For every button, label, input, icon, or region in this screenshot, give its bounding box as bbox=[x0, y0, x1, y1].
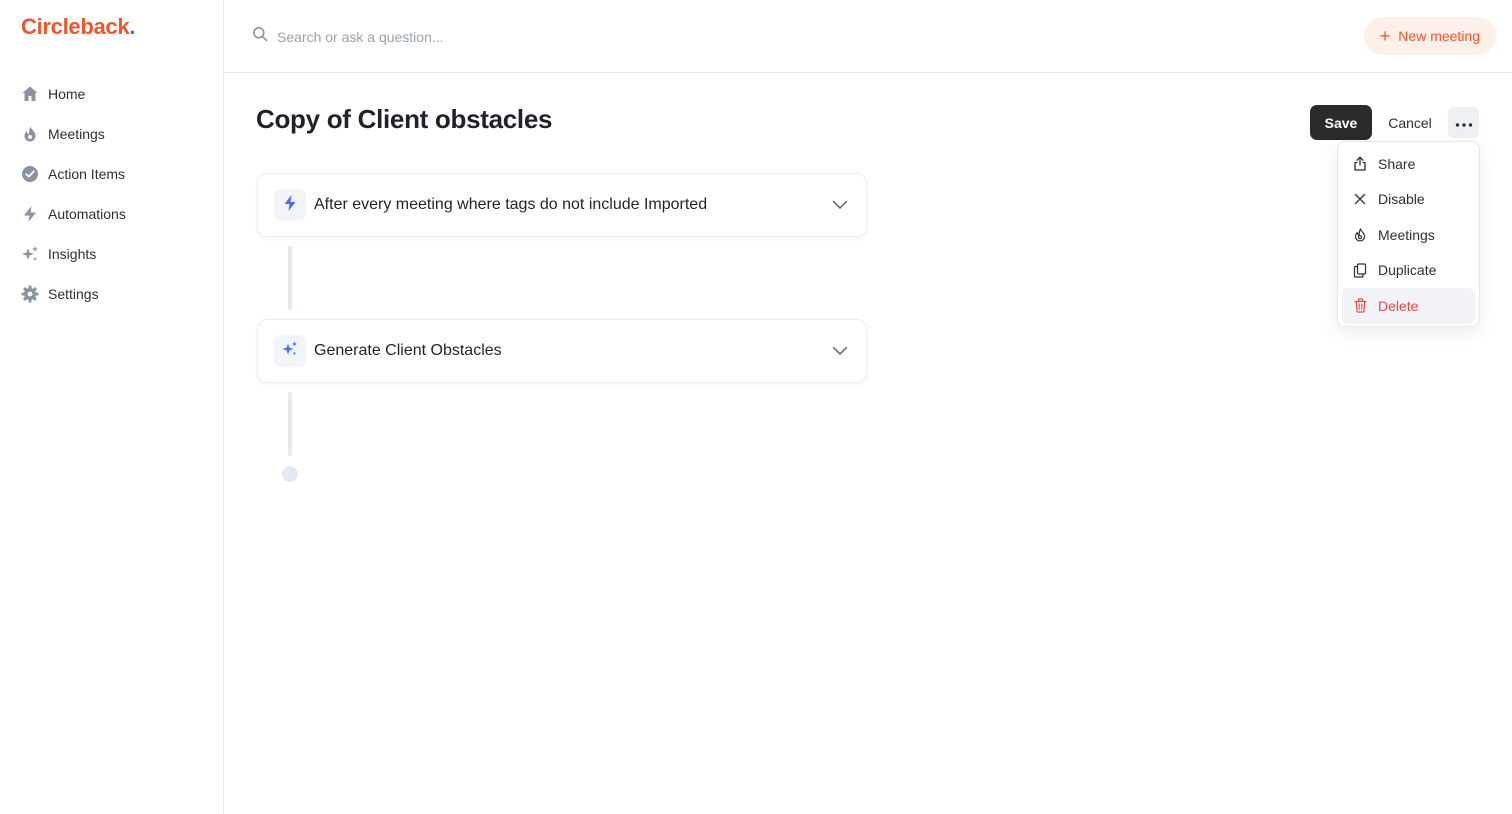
sidebar-item-action-items[interactable]: Action Items bbox=[0, 154, 223, 194]
menu-item-label: Meetings bbox=[1378, 226, 1435, 243]
logo[interactable]: Circleback. bbox=[21, 14, 135, 40]
close-icon bbox=[1352, 191, 1368, 207]
new-meeting-button[interactable]: + New meeting bbox=[1363, 17, 1496, 55]
menu-item-disable[interactable]: Disable bbox=[1342, 182, 1475, 218]
home-icon bbox=[21, 85, 39, 103]
sparkles-icon bbox=[21, 245, 39, 263]
sidebar-item-insights[interactable]: Insights bbox=[0, 234, 223, 274]
menu-item-label: Share bbox=[1378, 155, 1416, 172]
sidebar: Circleback. Home Meetings Action Items A… bbox=[0, 0, 224, 814]
logo-dot: . bbox=[129, 14, 136, 39]
chevron-down-icon[interactable] bbox=[830, 195, 850, 215]
step-card[interactable]: Generate Client Obstacles bbox=[257, 319, 867, 383]
app-root: Circleback. Home Meetings Action Items A… bbox=[0, 0, 1512, 814]
menu-item-label: Disable bbox=[1378, 191, 1425, 208]
bolt-icon bbox=[282, 194, 298, 217]
sidebar-item-label: Home bbox=[48, 86, 86, 102]
menu-item-duplicate[interactable]: Duplicate bbox=[1342, 253, 1475, 289]
flow-connector bbox=[288, 246, 292, 310]
flame-icon bbox=[1352, 227, 1368, 243]
trigger-badge bbox=[274, 189, 306, 221]
check-circle-icon bbox=[21, 165, 39, 183]
sidebar-item-label: Insights bbox=[48, 246, 97, 262]
search-icon bbox=[252, 26, 268, 47]
sidebar-item-label: Meetings bbox=[48, 126, 105, 142]
sidebar-item-label: Settings bbox=[48, 286, 99, 302]
share-icon bbox=[1352, 156, 1368, 172]
sidebar-item-settings[interactable]: Settings bbox=[0, 274, 223, 314]
copy-icon bbox=[1352, 262, 1368, 278]
sidebar-item-home[interactable]: Home bbox=[0, 74, 223, 114]
topbar: + New meeting bbox=[224, 0, 1512, 73]
menu-item-delete[interactable]: Delete bbox=[1342, 288, 1475, 324]
logo-text: Circleback bbox=[21, 14, 130, 39]
bolt-icon bbox=[21, 205, 39, 223]
add-step-dot[interactable] bbox=[282, 466, 298, 482]
new-meeting-label: New meeting bbox=[1398, 28, 1480, 44]
gear-icon bbox=[21, 285, 39, 303]
flame-icon bbox=[21, 125, 39, 143]
save-button[interactable]: Save bbox=[1310, 105, 1372, 140]
menu-item-label: Duplicate bbox=[1378, 262, 1437, 279]
trash-icon bbox=[1352, 298, 1368, 314]
cancel-button[interactable]: Cancel bbox=[1380, 105, 1440, 140]
sparkles-icon bbox=[281, 340, 299, 363]
plus-icon: + bbox=[1379, 26, 1391, 46]
menu-item-share[interactable]: Share bbox=[1342, 146, 1475, 182]
more-horizontal-icon bbox=[1455, 115, 1473, 130]
trigger-card[interactable]: After every meeting where tags do not in… bbox=[257, 173, 867, 237]
page-title: Copy of Client obstacles bbox=[256, 104, 553, 134]
menu-item-label: Delete bbox=[1378, 297, 1419, 314]
search-input[interactable] bbox=[277, 28, 697, 45]
search-bar[interactable] bbox=[252, 26, 697, 47]
trigger-label: After every meeting where tags do not in… bbox=[314, 196, 708, 213]
flow-connector bbox=[288, 392, 292, 456]
more-options-button[interactable] bbox=[1448, 107, 1479, 138]
sidebar-nav: Home Meetings Action Items Automations I… bbox=[0, 74, 223, 314]
sidebar-item-label: Action Items bbox=[48, 166, 126, 182]
sidebar-item-meetings[interactable]: Meetings bbox=[0, 114, 223, 154]
options-menu: Share Disable Meetings Duplicate Delete bbox=[1337, 141, 1480, 327]
step-label: Generate Client Obstacles bbox=[314, 342, 502, 359]
step-badge bbox=[274, 335, 306, 367]
menu-item-meetings[interactable]: Meetings bbox=[1342, 217, 1475, 253]
sidebar-item-label: Automations bbox=[48, 206, 126, 222]
sidebar-item-automations[interactable]: Automations bbox=[0, 194, 223, 234]
chevron-down-icon[interactable] bbox=[830, 341, 850, 361]
